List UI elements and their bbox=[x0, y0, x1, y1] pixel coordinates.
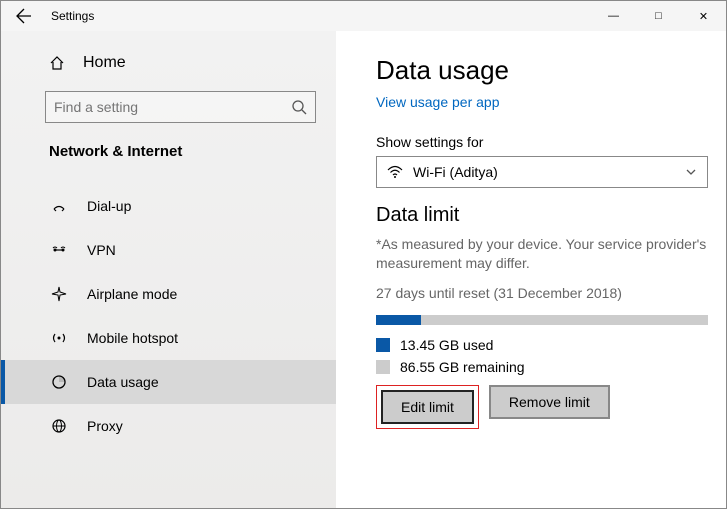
nav-label: Mobile hotspot bbox=[87, 330, 178, 346]
remove-limit-button[interactable]: Remove limit bbox=[489, 385, 610, 419]
usage-bar-fill bbox=[376, 315, 421, 325]
usage-remaining: 86.55 GB remaining bbox=[376, 359, 708, 375]
remaining-text: 86.55 GB remaining bbox=[400, 359, 525, 375]
swatch-remaining bbox=[376, 360, 390, 374]
nav-hotspot[interactable]: Mobile hotspot bbox=[1, 316, 336, 360]
chevron-down-icon bbox=[685, 166, 697, 178]
nav-dialup[interactable]: Dial-up bbox=[1, 184, 336, 228]
search-field[interactable] bbox=[54, 99, 291, 115]
show-settings-label: Show settings for bbox=[376, 134, 708, 150]
home-nav[interactable]: Home bbox=[1, 43, 336, 83]
vpn-icon bbox=[49, 242, 69, 258]
titlebar: Settings — □ ✕ bbox=[1, 1, 726, 31]
data-usage-icon bbox=[49, 374, 69, 390]
main-content: Data usage View usage per app Show setti… bbox=[336, 31, 726, 508]
minimize-button[interactable]: — bbox=[591, 1, 636, 31]
back-button[interactable] bbox=[1, 1, 47, 31]
page-title: Data usage bbox=[376, 55, 708, 86]
nav-proxy[interactable]: Proxy bbox=[1, 404, 336, 448]
sidebar: Home Network & Internet Dial-up VPN Airp bbox=[1, 31, 336, 508]
maximize-button[interactable]: □ bbox=[636, 1, 681, 31]
nav-label: Airplane mode bbox=[87, 286, 177, 302]
nav-label: VPN bbox=[87, 242, 116, 258]
home-icon bbox=[49, 55, 69, 71]
home-label: Home bbox=[83, 54, 126, 72]
proxy-icon bbox=[49, 418, 69, 434]
usage-bar bbox=[376, 315, 708, 325]
edit-limit-button[interactable]: Edit limit bbox=[381, 390, 474, 424]
nav-label: Dial-up bbox=[87, 198, 131, 214]
used-text: 13.45 GB used bbox=[400, 337, 493, 353]
network-select[interactable]: Wi-Fi (Aditya) bbox=[376, 156, 708, 188]
wifi-icon bbox=[387, 165, 403, 179]
airplane-icon bbox=[49, 286, 69, 302]
reset-info: 27 days until reset (31 December 2018) bbox=[376, 285, 708, 301]
close-button[interactable]: ✕ bbox=[681, 1, 726, 31]
usage-used: 13.45 GB used bbox=[376, 337, 708, 353]
search-icon bbox=[291, 99, 307, 115]
dialup-icon bbox=[49, 198, 69, 214]
section-title: Network & Internet bbox=[1, 137, 336, 174]
view-per-app-link[interactable]: View usage per app bbox=[376, 94, 500, 110]
nav-label: Data usage bbox=[87, 374, 159, 390]
data-limit-heading: Data limit bbox=[376, 204, 708, 227]
swatch-used bbox=[376, 338, 390, 352]
hotspot-icon bbox=[49, 330, 69, 346]
nav-data-usage[interactable]: Data usage bbox=[1, 360, 336, 404]
highlight-box: Edit limit bbox=[376, 385, 479, 429]
nav-vpn[interactable]: VPN bbox=[1, 228, 336, 272]
arrow-left-icon bbox=[16, 8, 32, 24]
search-input[interactable] bbox=[45, 91, 316, 123]
data-limit-note: *As measured by your device. Your servic… bbox=[376, 235, 708, 273]
nav-airplane[interactable]: Airplane mode bbox=[1, 272, 336, 316]
nav-label: Proxy bbox=[87, 418, 123, 434]
network-name: Wi-Fi (Aditya) bbox=[413, 164, 498, 180]
window-title: Settings bbox=[47, 9, 591, 23]
